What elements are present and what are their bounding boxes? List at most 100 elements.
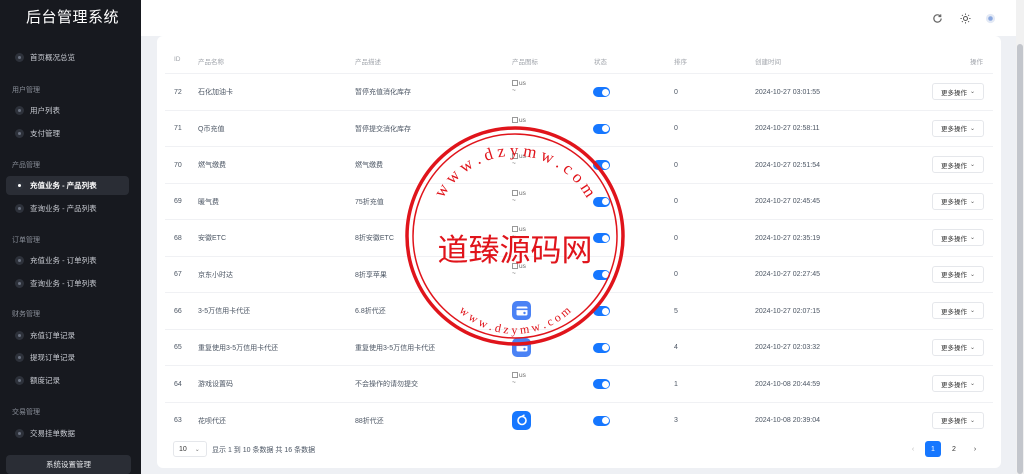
sidebar-group-order: 订单管理 — [12, 237, 40, 244]
more-actions-label: 更多操作 — [940, 235, 967, 243]
scrollbar-thumb[interactable] — [1017, 44, 1023, 474]
sidebar-item-query-orders[interactable]: 查询业务 - 订单列表 — [6, 274, 129, 293]
image-alt-text: ~ — [512, 87, 516, 94]
sidebar-item-trade-data[interactable]: 交易挂单数据 — [6, 424, 129, 443]
sidebar-item-recharge-products[interactable]: 充值业务 - 产品列表 — [6, 176, 129, 195]
more-actions-button[interactable]: 更多操作 ⌄ — [932, 229, 984, 246]
sidebar-item-user-list[interactable]: 用户列表 — [6, 101, 129, 120]
chevron-down-icon: ⌄ — [969, 381, 976, 387]
sidebar-item-recharge-records[interactable]: 充值订单记录 — [6, 326, 129, 345]
more-actions-label: 更多操作 — [940, 89, 967, 97]
image-alt-text: us — [519, 226, 526, 233]
chevron-down-icon: ⌄ — [969, 89, 976, 95]
page-size-select[interactable]: 10 ⌄ — [173, 441, 207, 457]
next-page-button[interactable]: › — [967, 441, 983, 457]
page-2-button[interactable]: 2 — [946, 441, 962, 457]
nav-dot-icon — [15, 353, 24, 362]
cell-id: 64 — [174, 380, 182, 388]
cell-name: 燃气缴费 — [198, 162, 226, 169]
column-header-desc: 产品描述 — [355, 59, 381, 66]
more-actions-button[interactable]: 更多操作 ⌄ — [932, 192, 984, 210]
more-actions-label: 更多操作 — [940, 308, 967, 316]
cell-id: 67 — [174, 271, 182, 278]
sidebar-item-label: 首页概况总览 — [30, 53, 75, 62]
more-actions-button[interactable]: 更多操作 ⌄ — [932, 156, 984, 173]
image-alt-text: ~ — [512, 160, 516, 167]
status-toggle[interactable] — [593, 87, 610, 97]
cell-sort: 0 — [674, 161, 678, 169]
chevron-down-icon: ⌄ — [969, 162, 976, 168]
top-header — [141, 0, 1016, 36]
more-actions-button[interactable]: 更多操作 ⌄ — [932, 302, 984, 319]
cell-name: 3-5万信用卡代还 — [198, 308, 251, 315]
status-toggle[interactable] — [593, 160, 610, 170]
cell-created: 2024-10-08 20:39:04 — [755, 417, 820, 424]
sidebar-group-product: 产品管理 — [12, 162, 40, 169]
cell-id: 65 — [174, 344, 182, 351]
status-toggle[interactable] — [593, 196, 610, 207]
chevron-down-icon: ⌄ — [969, 198, 976, 205]
nav-dot-icon — [15, 256, 24, 265]
image-alt-text: us — [519, 372, 526, 379]
broken-image-icon — [512, 226, 518, 233]
status-toggle[interactable] — [593, 379, 610, 389]
product-image-broken: us ~ — [512, 226, 526, 240]
avatar-icon[interactable] — [985, 13, 996, 24]
cell-sort: 0 — [674, 198, 678, 205]
prev-page-button[interactable]: ‹ — [905, 441, 921, 457]
cell-desc: 75折充值 — [355, 198, 384, 206]
image-alt-text: ~ — [512, 123, 516, 131]
sidebar-group-finance: 财务管理 — [12, 311, 40, 318]
more-actions-button[interactable]: 更多操作 ⌄ — [932, 265, 984, 283]
product-image-broken: us ~ — [512, 372, 526, 386]
sun-icon[interactable] — [960, 13, 971, 24]
more-actions-button[interactable]: 更多操作 ⌄ — [932, 119, 984, 137]
sidebar-item-payment[interactable]: 支付管理 — [6, 124, 129, 143]
more-actions-label: 更多操作 — [940, 126, 967, 133]
chevron-down-icon: ⌄ — [969, 235, 976, 241]
status-toggle[interactable] — [593, 269, 610, 280]
sidebar-group-user: 用户管理 — [12, 87, 40, 94]
status-toggle[interactable] — [593, 415, 610, 426]
table-row: 70 燃气缴费 燃气缴费 us ~0 2024-10-27 02:51:54 更多操作 ⌄ — [165, 146, 993, 183]
cell-desc: 暂停充值消化库存 — [355, 89, 411, 96]
cell-id: 66 — [174, 307, 182, 315]
sidebar-item-withdraw-records[interactable]: 提现订单记录 — [6, 348, 129, 367]
sidebar-item-query-products[interactable]: 查询业务 - 产品列表 — [6, 199, 129, 218]
refresh-icon[interactable] — [932, 13, 943, 24]
cell-sort: 0 — [674, 271, 678, 278]
status-toggle[interactable] — [593, 342, 610, 353]
table-row: 65 重复使用3-5万信用卡代还 重复使用3-5万信用卡代还 4 2024-10-27 … — [165, 328, 993, 366]
page-1-button[interactable]: 1 — [925, 441, 941, 457]
sidebar-item-recharge-orders[interactable]: 充值业务 - 订单列表 — [6, 251, 129, 270]
sidebar-item-quota-records[interactable]: 额度记录 — [6, 371, 129, 390]
cell-name: 京东小时达 — [198, 271, 233, 279]
sidebar-group-trade: 交易管理 — [12, 409, 40, 416]
sidebar-item-dashboard[interactable]: 首页概况总览 — [6, 48, 129, 67]
status-toggle[interactable] — [593, 123, 610, 134]
broken-image-icon — [512, 80, 518, 87]
more-actions-button[interactable]: 更多操作 ⌄ — [932, 338, 984, 356]
image-alt-text: ~ — [512, 379, 516, 386]
cell-name: 重复使用3-5万信用卡代还 — [198, 344, 279, 352]
cell-created: 2024-10-27 02:03:32 — [755, 344, 820, 351]
cell-name: Q币充值 — [198, 125, 225, 133]
more-actions-button[interactable]: 更多操作 ⌄ — [932, 375, 984, 392]
cell-name: 石化加油卡 — [198, 89, 233, 96]
status-toggle[interactable] — [593, 233, 610, 243]
sidebar-item-label: 交易挂单数据 — [30, 429, 75, 438]
broken-image-icon — [512, 372, 518, 379]
nav-dot-icon — [15, 429, 24, 438]
more-actions-button[interactable]: 更多操作 ⌄ — [932, 411, 984, 429]
system-settings-button[interactable]: 系统设置管理 — [6, 455, 131, 474]
more-actions-button[interactable]: 更多操作 ⌄ — [932, 83, 984, 100]
chevron-down-icon: ⌄ — [969, 417, 976, 424]
table-row: 69 暖气费 75折充值 us ~0 2024-10-27 02:45:45 更多操作 ⌄ — [165, 182, 993, 220]
image-alt-text: us — [519, 189, 526, 197]
broken-image-icon — [512, 189, 518, 196]
cell-id: 72 — [174, 88, 182, 96]
cell-id: 69 — [174, 198, 182, 205]
nav-dot-icon — [15, 181, 24, 190]
cell-created: 2024-10-27 02:35:19 — [755, 234, 820, 242]
status-toggle[interactable] — [593, 306, 610, 316]
